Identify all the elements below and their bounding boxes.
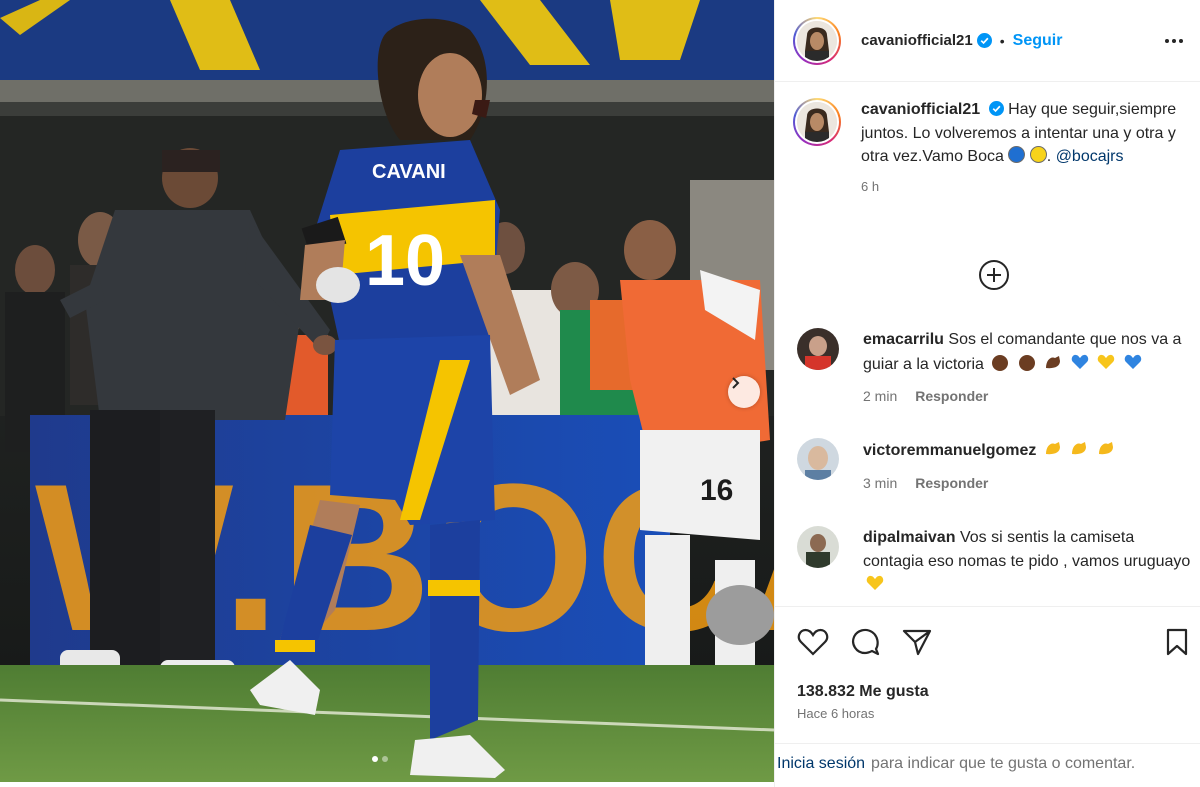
carousel-dot-active — [372, 756, 378, 762]
commenter-avatar[interactable] — [797, 526, 839, 568]
comment-emojis — [988, 354, 1142, 373]
author-avatar[interactable] — [793, 16, 841, 65]
commenter-avatar[interactable] — [797, 328, 839, 370]
photo-scene: W.BOCA 16 10 CAVANI — [0, 0, 774, 782]
comment-meta: 3 min Responder — [863, 472, 1193, 496]
carousel-next-button[interactable] — [728, 376, 760, 408]
comment-username[interactable]: victoremmanuelgomez — [863, 442, 1036, 459]
yellow-heart-emoji-icon — [866, 575, 884, 590]
post-header: cavaniofficial21 • Seguir — [775, 0, 1200, 82]
verified-badge-icon — [988, 101, 1004, 116]
header-separator: • — [999, 32, 1005, 49]
comment-username[interactable]: emacarrilu — [863, 331, 944, 348]
verified-badge-icon — [976, 33, 992, 48]
muscle-emoji-icon — [1098, 442, 1113, 455]
comment-icon[interactable] — [849, 627, 881, 657]
carousel-indicator — [372, 756, 388, 762]
comment-time: 3 min — [863, 474, 898, 491]
comment-meta: 2 min Responder — [863, 385, 1193, 409]
caption-username[interactable]: cavaniofficial21 — [861, 101, 980, 118]
author-username[interactable]: cavaniofficial21 — [861, 32, 973, 49]
comment-username[interactable]: dipalmaivan — [863, 529, 955, 546]
muscle-emoji-icon — [1046, 355, 1061, 368]
chevron-right-icon — [732, 377, 740, 389]
fist-emoji-icon — [1018, 354, 1035, 371]
caption-mention-link[interactable]: @bocajrs — [1056, 148, 1124, 165]
more-options-icon[interactable] — [1163, 30, 1185, 52]
reply-button[interactable]: Responder — [915, 472, 988, 496]
likes-count[interactable]: 138.832 Me gusta — [797, 683, 929, 701]
blue-heart-emoji-icon — [1071, 354, 1089, 369]
blue-circle-emoji — [1008, 146, 1026, 163]
heart-icon[interactable] — [797, 627, 829, 657]
carousel-dot[interactable] — [382, 756, 388, 762]
muscle-emoji-icon — [1072, 442, 1087, 455]
caption-text-block: cavaniofficial21 Hay que seguir,siempre … — [861, 98, 1181, 198]
author-avatar-image — [797, 20, 837, 61]
bench-number: 16 — [700, 474, 733, 507]
share-icon[interactable] — [901, 627, 933, 657]
caption-time: 6 h — [861, 178, 880, 194]
login-prompt-text: para indicar que te gusta o comentar. — [871, 754, 1136, 772]
comment-item: dipalmaivan Vos si sentis la camiseta co… — [797, 526, 1197, 598]
commenter-avatar[interactable] — [797, 438, 839, 480]
caption-author-avatar[interactable] — [793, 98, 841, 146]
follow-button[interactable]: Seguir — [1013, 32, 1063, 50]
jersey-number: 10 — [365, 221, 445, 301]
comment-time: 2 min — [863, 388, 898, 404]
bookmark-icon[interactable] — [1164, 627, 1190, 657]
post-timestamp[interactable]: Hace 6 horas — [797, 706, 874, 721]
muscle-emoji-icon — [1045, 442, 1060, 455]
yellow-circle-emoji — [1029, 146, 1047, 163]
yellow-heart-emoji-icon — [1097, 354, 1115, 369]
post-caption: cavaniofficial21 Hay que seguir,siempre … — [793, 98, 1193, 198]
fist-emoji-icon — [992, 354, 1009, 371]
comment-item: emacarrilu Sos el comandante que nos va … — [797, 328, 1197, 409]
blue-heart-emoji-icon — [1124, 354, 1141, 369]
add-circle-icon[interactable] — [977, 258, 1011, 292]
post-photo: W.BOCA 16 10 CAVANI — [0, 0, 774, 782]
reply-button[interactable]: Responder — [915, 385, 988, 409]
login-prompt: Inicia sesión para indicar que te gusta … — [775, 743, 1200, 783]
comment-item: victoremmanuelgomez 3 min Responder — [797, 438, 1197, 495]
post-actions: 138.832 Me gusta Hace 6 horas — [775, 606, 1200, 746]
jersey-name: CAVANI — [372, 161, 446, 183]
comment-emojis — [1041, 442, 1116, 459]
post-side-panel: cavaniofficial21 • Seguir cavaniofficial… — [774, 0, 1200, 787]
login-link[interactable]: Inicia sesión — [777, 755, 865, 773]
